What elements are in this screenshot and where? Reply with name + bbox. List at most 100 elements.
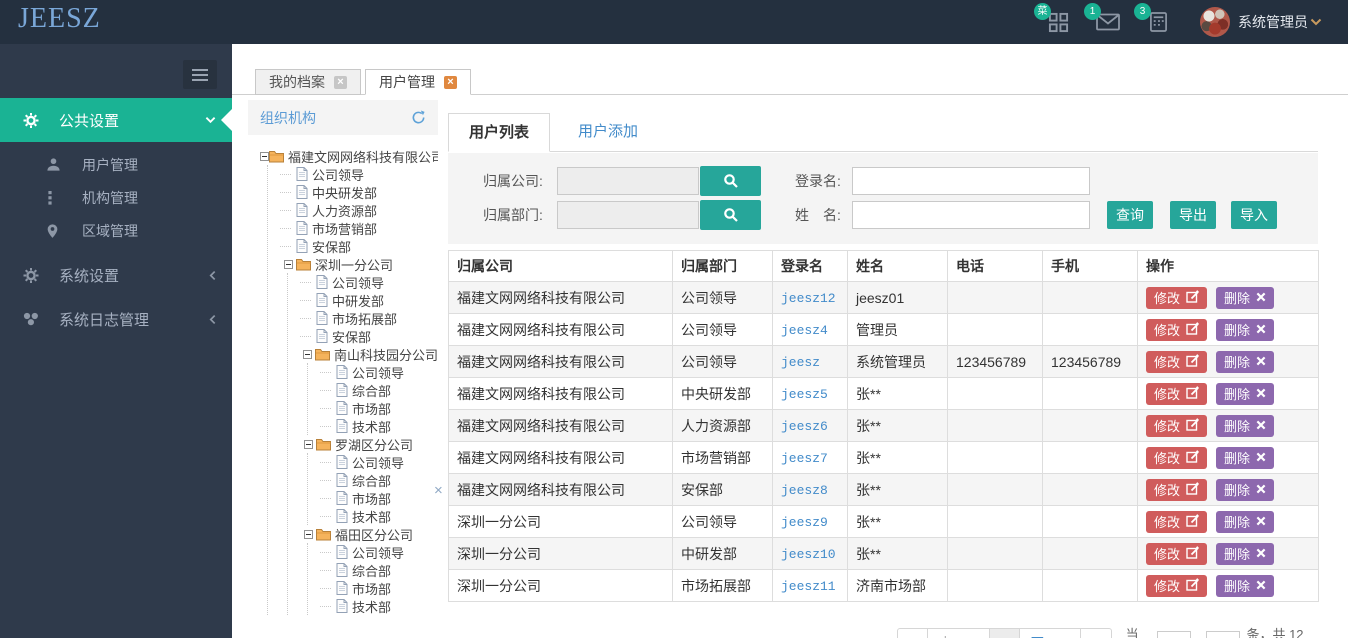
delete-button[interactable]: 删除	[1216, 574, 1275, 597]
company-search-button[interactable]	[700, 166, 761, 196]
delete-button[interactable]: 删除	[1216, 318, 1275, 341]
login-link[interactable]: jeesz11	[781, 579, 836, 594]
department-input[interactable]	[557, 201, 699, 229]
tree-node-label[interactable]: 公司领导	[352, 543, 404, 562]
tree-node-label[interactable]: 技术部	[352, 417, 391, 436]
login-link[interactable]: jeesz	[781, 355, 820, 370]
tree-row[interactable]: 市场部	[320, 399, 438, 417]
page-last-button[interactable]: »	[1080, 628, 1112, 638]
edit-button[interactable]: 修改	[1146, 510, 1208, 533]
edit-button[interactable]: 修改	[1146, 350, 1208, 373]
tree-node-label[interactable]: 罗湖区分公司	[335, 435, 413, 454]
tree-row[interactable]: 综合部	[320, 561, 438, 579]
tree-row[interactable]: 公司领导	[320, 453, 438, 471]
mail-icon[interactable]: 1	[1084, 3, 1120, 34]
tree-node-label[interactable]: 福建文网网络科技有限公司	[288, 147, 438, 166]
delete-button[interactable]: 删除	[1216, 478, 1275, 501]
tree-row[interactable]: 市场营销部	[280, 219, 438, 237]
tree-node-label[interactable]: 综合部	[352, 471, 391, 490]
tab-user-list[interactable]: 用户列表	[448, 113, 551, 152]
sidebar-item-user-mgmt[interactable]: 用户管理	[0, 148, 232, 181]
tree-row[interactable]: 公司领导	[320, 363, 438, 381]
tree-row[interactable]: 罗湖区分公司	[300, 435, 438, 453]
login-link[interactable]: jeesz8	[781, 483, 828, 498]
workspace-tab-my-profile[interactable]: 我的档案	[255, 69, 361, 95]
page-total-input[interactable]	[1206, 631, 1241, 638]
tree-row[interactable]: 福田区分公司	[300, 525, 438, 543]
edit-button[interactable]: 修改	[1146, 382, 1208, 405]
tree-row[interactable]: 福建文网网络科技有限公司	[260, 147, 438, 165]
tree-row[interactable]: 安保部	[300, 327, 438, 345]
edit-button[interactable]: 修改	[1146, 414, 1208, 437]
tree-node-label[interactable]: 安保部	[332, 327, 371, 346]
tree-row[interactable]: 中央研发部	[280, 183, 438, 201]
tasks-icon[interactable]: 3	[1134, 3, 1170, 34]
tree-node-label[interactable]: 公司领导	[332, 273, 384, 292]
login-link[interactable]: jeesz9	[781, 515, 828, 530]
page-prev-button[interactable]: 上一页	[927, 628, 990, 638]
import-button[interactable]: 导入	[1231, 201, 1277, 229]
edit-button[interactable]: 修改	[1146, 478, 1208, 501]
tab-user-add[interactable]: 用户添加	[558, 113, 658, 152]
delete-button[interactable]: 删除	[1216, 446, 1275, 469]
tree-expander[interactable]	[280, 259, 296, 269]
tree-node-label[interactable]: 市场部	[352, 399, 391, 418]
sidebar-item-public-settings[interactable]: 公共设置	[0, 98, 232, 142]
refresh-icon[interactable]	[411, 110, 426, 125]
login-link[interactable]: jeesz7	[781, 451, 828, 466]
tree-node-label[interactable]: 市场部	[352, 489, 391, 508]
login-link[interactable]: jeesz5	[781, 387, 828, 402]
user-menu[interactable]: 系统管理员	[1238, 12, 1308, 32]
tree-expander[interactable]	[260, 151, 269, 161]
tree-expander[interactable]	[300, 349, 315, 359]
panel-collapse-handle[interactable]: ×	[434, 482, 443, 499]
tree-node-label[interactable]: 公司领导	[312, 165, 364, 184]
tree-row[interactable]: 技术部	[320, 417, 438, 435]
tree-node-label[interactable]: 综合部	[352, 381, 391, 400]
tree-expander[interactable]	[300, 439, 316, 449]
close-icon[interactable]	[334, 75, 347, 89]
tree-row[interactable]: 技术部	[320, 597, 438, 615]
tree-row[interactable]: 市场部	[320, 579, 438, 597]
tree-node-label[interactable]: 综合部	[352, 561, 391, 580]
name-input[interactable]	[852, 201, 1090, 229]
tree-expander[interactable]	[300, 529, 316, 539]
tree-row[interactable]: 中研发部	[300, 291, 438, 309]
sidebar-item-org-mgmt[interactable]: 机构管理	[0, 181, 232, 214]
delete-button[interactable]: 删除	[1216, 350, 1275, 373]
edit-button[interactable]: 修改	[1146, 446, 1208, 469]
login-link[interactable]: jeesz4	[781, 323, 828, 338]
tree-node-label[interactable]: 公司领导	[352, 453, 404, 472]
tree-node-label[interactable]: 公司领导	[352, 363, 404, 382]
delete-button[interactable]: 删除	[1216, 286, 1275, 309]
edit-button[interactable]: 修改	[1146, 286, 1208, 309]
department-search-button[interactable]	[700, 200, 761, 230]
tree-node-label[interactable]: 中央研发部	[312, 183, 377, 202]
tree-row[interactable]: 人力资源部	[280, 201, 438, 219]
tree-row[interactable]: 公司领导	[280, 165, 438, 183]
tree-node-label[interactable]: 技术部	[352, 507, 391, 526]
delete-button[interactable]: 删除	[1216, 542, 1275, 565]
tree-row[interactable]: 市场部	[320, 489, 438, 507]
tree-row[interactable]: 技术部	[320, 507, 438, 525]
login-link[interactable]: jeesz12	[781, 291, 836, 306]
login-link[interactable]: jeesz6	[781, 419, 828, 434]
menu-toggle-button[interactable]	[183, 60, 217, 89]
tree-row[interactable]: 深圳一分公司	[280, 255, 438, 273]
tree-node-label[interactable]: 人力资源部	[312, 201, 377, 220]
page-number-current[interactable]: 1	[988, 628, 1020, 638]
sidebar-item-system-settings[interactable]: 系统设置	[0, 253, 232, 297]
tree-row[interactable]: 综合部	[320, 471, 438, 489]
delete-button[interactable]: 删除	[1216, 382, 1275, 405]
tree-node-label[interactable]: 南山科技园分公司	[334, 345, 438, 364]
sidebar-item-system-logs[interactable]: 系统日志管理	[0, 297, 232, 341]
tree-row[interactable]: 市场拓展部	[300, 309, 438, 327]
tree-node-label[interactable]: 市场营销部	[312, 219, 377, 238]
tree-row[interactable]: 安保部	[280, 237, 438, 255]
page-first-button[interactable]: «	[897, 628, 929, 638]
query-button[interactable]: 查询	[1107, 201, 1153, 229]
login-link[interactable]: jeesz10	[781, 547, 836, 562]
tree-row[interactable]: 南山科技园分公司	[300, 345, 438, 363]
tree-node-label[interactable]: 市场部	[352, 579, 391, 598]
page-current-input[interactable]	[1156, 631, 1191, 638]
